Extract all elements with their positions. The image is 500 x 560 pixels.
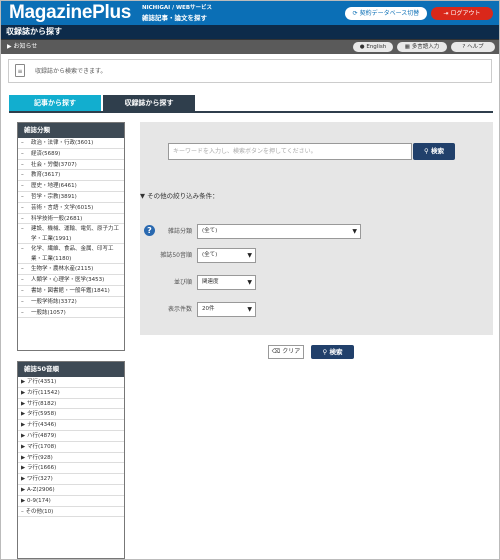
filter-label-category: 雑誌分類 <box>167 228 192 235</box>
category-item[interactable]: – 人類学・心理学・医学(3453) <box>18 275 124 286</box>
sub-navbar: ▶ お知らせ ● English ▦ 多言語入力 ? ヘルプ <box>1 39 499 54</box>
site-header: MagazinePlus NICHIGAI / WEBサービス 雑誌記事・論文を… <box>1 1 499 25</box>
syllabary-panel: 雑誌50音順 ▶ ア行(4351) ▶ カ行(11542) ▶ サ行(8182)… <box>17 361 125 559</box>
service-subtitle: 雑誌記事・論文を探す <box>142 14 207 22</box>
category-item[interactable]: – 化学、繊維、食品、金属、印写工業・工業(1180) <box>18 244 124 265</box>
syllabary-item[interactable]: ▶ カ行(11542) <box>18 388 124 399</box>
other-conditions-toggle[interactable]: ▼ その他の絞り込み条件： <box>140 192 219 200</box>
category-panel: 雑誌分類 – 政治・法律・行政(3601) – 経済(5689) – 社会・労働(37… <box>17 122 125 351</box>
filter-label-count: 表示件数 <box>167 306 192 313</box>
chevron-down-icon: ▼ <box>352 228 357 235</box>
chevron-down-icon: ▼ <box>247 279 252 286</box>
syllabary-item[interactable]: – その他(10) <box>18 507 124 518</box>
english-button[interactable]: ● English <box>353 42 393 52</box>
service-line: NICHIGAI / WEBサービス <box>142 5 213 11</box>
category-panel-title: 雑誌分類 <box>18 123 124 138</box>
tab-article-search[interactable]: 記事から探す <box>9 95 101 111</box>
category-item[interactable]: – 経済(5689) <box>18 149 124 160</box>
search-icon: ⚲ <box>322 348 330 356</box>
tab-magazine-search[interactable]: 収録誌から探す <box>103 95 195 111</box>
filter-label-sort: 並び順 <box>173 279 192 286</box>
category-item[interactable]: – 一般学術誌(3372) <box>18 297 124 308</box>
page-title: 収録誌から探す <box>1 25 499 39</box>
syllabary-item[interactable]: ▶ タ行(5958) <box>18 409 124 421</box>
contract-db-switch-button[interactable]: ⟳ 契約データベース切替 <box>345 7 427 20</box>
syllabary-item[interactable]: ▶ 0-9(174) <box>18 496 124 507</box>
keyword-search-button[interactable]: ⚲ 検索 <box>413 143 455 160</box>
multilingual-input-button[interactable]: ▦ 多言語入力 <box>397 42 447 52</box>
filter-category-select[interactable]: (全て) ▼ <box>197 224 361 239</box>
help-button[interactable]: ? ヘルプ <box>451 42 495 52</box>
clear-button[interactable]: ⌫ クリア <box>268 345 304 359</box>
category-item[interactable]: – 芸術・言語・文学(6015) <box>18 203 124 214</box>
category-item[interactable]: – 歴史・地理(6461) <box>18 181 124 192</box>
filter-count-select[interactable]: 20件 ▼ <box>197 302 256 317</box>
keyword-input[interactable]: キーワードを入力し、検索ボタンを押してください。 <box>168 143 412 160</box>
syllabary-item[interactable]: ▶ ラ行(1666) <box>18 463 124 475</box>
syllabary-item[interactable]: ▶ ア行(4351) <box>18 377 124 388</box>
search-panel: キーワードを入力し、検索ボタンを押してください。 ⚲ 検索 ▼ その他の絞り込み… <box>140 122 493 335</box>
info-text: 収録誌から検索できます。 <box>35 68 107 75</box>
eraser-icon: ⌫ <box>271 348 283 355</box>
category-item[interactable]: – 教育(3617) <box>18 170 124 182</box>
syllabary-item[interactable]: ▶ A-Z(2906) <box>18 485 124 496</box>
filter-sort-select[interactable]: 関連度 ▼ <box>197 275 256 290</box>
logout-button[interactable]: ⇥ ログアウト <box>431 7 493 20</box>
syllabary-item[interactable]: ▶ ナ行(4346) <box>18 420 124 431</box>
syllabary-item[interactable]: ▶ マ行(1708) <box>18 442 124 453</box>
syllabary-item[interactable]: ▶ サ行(8182) <box>18 399 124 410</box>
info-box: ≡ 収録誌から検索できます。 <box>8 59 492 83</box>
search-button[interactable]: ⚲ 検索 <box>311 345 354 359</box>
category-item[interactable]: – 哲学・宗教(3891) <box>18 192 124 203</box>
chevron-down-icon: ▼ <box>247 306 252 313</box>
filter-label-syllabary: 雑誌50音順 <box>160 252 192 259</box>
category-item[interactable]: – 政治・法律・行政(3601) <box>18 138 124 149</box>
search-icon: ⚲ <box>423 147 432 155</box>
document-icon: ≡ <box>15 64 25 77</box>
category-item[interactable]: – 科学技術一般(2681) <box>18 214 124 225</box>
chevron-down-icon: ▼ <box>247 252 252 259</box>
syllabary-item[interactable]: ▶ ハ行(4879) <box>18 431 124 442</box>
category-item[interactable]: – 社会・労働(3707) <box>18 160 124 171</box>
tab-underline <box>9 111 493 113</box>
category-item[interactable]: – 一般誌(1057) <box>18 308 124 319</box>
category-item[interactable]: – 生物学・農林水産(2115) <box>18 264 124 276</box>
syllabary-item[interactable]: ▶ ヤ行(928) <box>18 453 124 464</box>
category-item[interactable]: – 建設、機械、運輸、電気、原子力工学・工業(1991) <box>18 224 124 245</box>
syllabary-panel-title: 雑誌50音順 <box>18 362 124 377</box>
notice-link[interactable]: ▶ お知らせ <box>7 43 37 51</box>
site-logo[interactable]: MagazinePlus <box>9 3 131 23</box>
keyboard-icon: ▦ <box>404 44 412 50</box>
refresh-icon: ⟳ <box>352 10 360 17</box>
filter-syllabary-select[interactable]: (全て) ▼ <box>197 248 256 263</box>
syllabary-item[interactable]: ▶ ワ行(327) <box>18 474 124 485</box>
category-item[interactable]: – 書誌・図書館・一般年鑑(1841) <box>18 286 124 297</box>
